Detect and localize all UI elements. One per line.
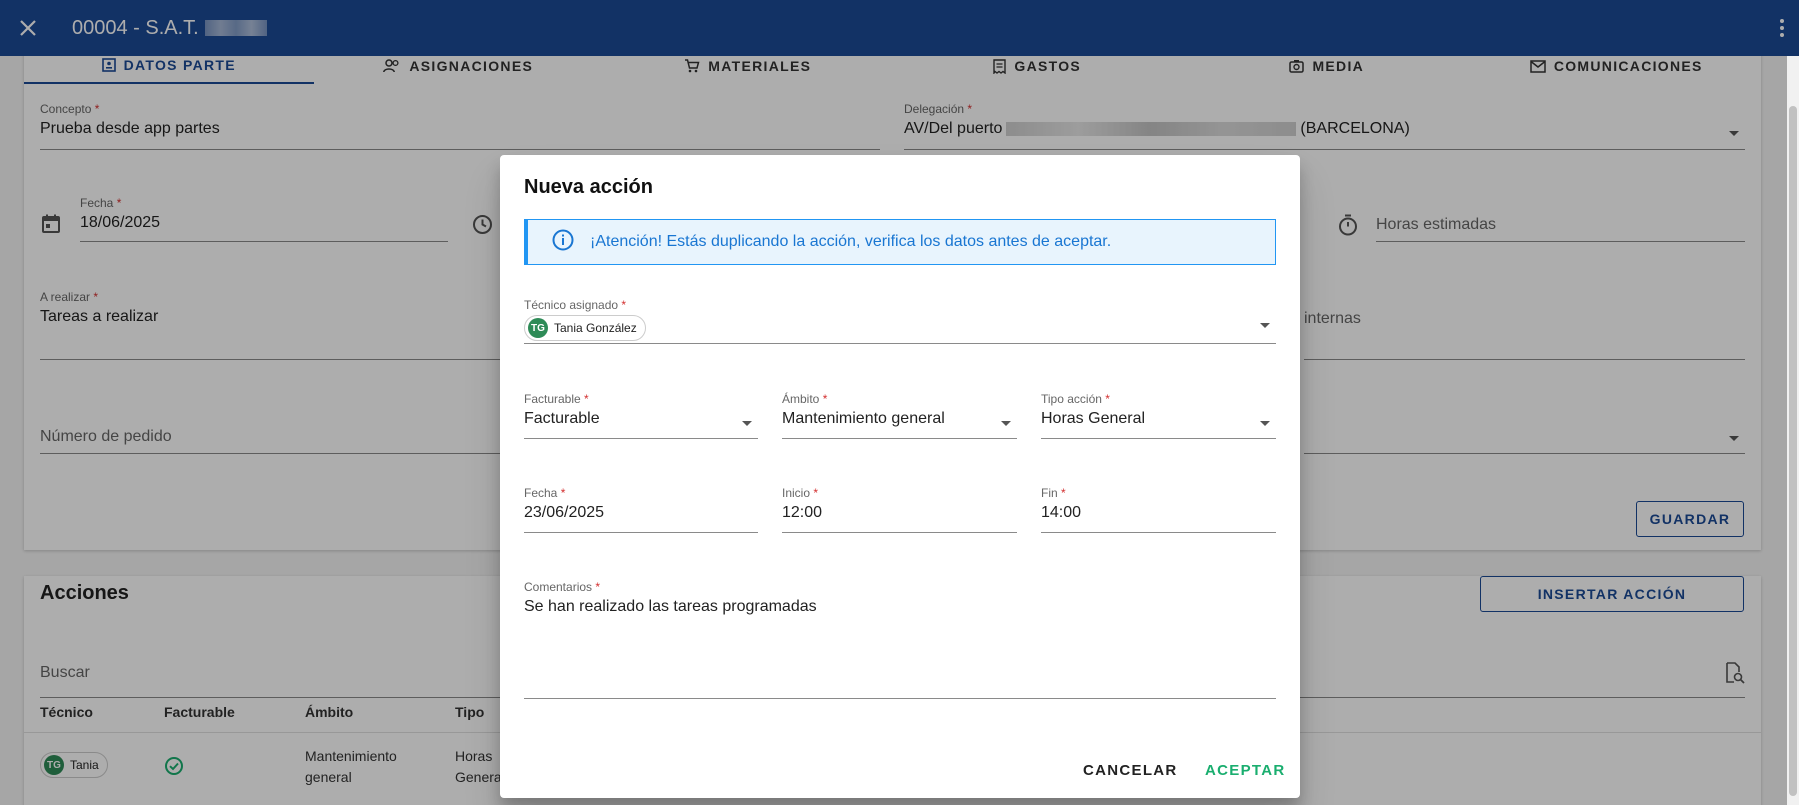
inicio-value: 12:00 [782,504,823,521]
fin-value: 14:00 [1041,504,1082,521]
duplicate-warning-alert: ¡Atención! Estás duplicando la acción, v… [524,219,1276,265]
inicio-label: Inicio [782,486,811,500]
nueva-accion-dialog: Nueva acción ¡Atención! Estás duplicando… [500,155,1300,798]
info-icon [552,229,574,256]
avatar: TG [528,318,548,338]
required-mark: * [560,486,566,500]
required-mark: * [813,486,819,500]
fin-label: Fin [1041,486,1058,500]
comentarios-value: Se han realizado las tareas programadas [524,598,817,615]
tecnico-chip[interactable]: TG Tania González [524,315,646,341]
cancel-button[interactable]: CANCELAR [1083,762,1178,779]
ambito-value: Mantenimiento general [782,410,945,427]
dialog-title: Nueva acción [524,176,653,198]
tipo-accion-select[interactable]: Tipo acción * Horas General [1041,392,1276,439]
inicio-field[interactable]: Inicio * 12:00 [782,486,1017,533]
tipo-accion-value: Horas General [1041,410,1146,427]
scrollbar[interactable] [1787,56,1799,805]
required-mark: * [1061,486,1066,500]
comentarios-label: Comentarios [524,580,593,594]
dialog-fecha-value: 23/06/2025 [524,504,605,521]
ambito-select[interactable]: Ámbito * Mantenimiento general [782,392,1017,439]
tecnico-label: Técnico asignado [524,298,619,312]
facturable-value: Facturable [524,410,600,427]
required-mark: * [584,392,589,406]
chevron-down-icon [1260,421,1270,426]
accept-button[interactable]: ACEPTAR [1205,762,1286,779]
tipo-accion-label: Tipo acción [1041,392,1102,406]
chevron-down-icon [742,421,752,426]
chevron-down-icon [1260,323,1270,328]
dialog-fecha-field[interactable]: Fecha * 23/06/2025 [524,486,758,533]
facturable-select[interactable]: Facturable * Facturable [524,392,758,439]
required-mark: * [621,298,627,312]
ambito-label: Ámbito [782,392,820,406]
dialog-fecha-label: Fecha [524,486,558,500]
fin-field[interactable]: Fin * 14:00 [1041,486,1276,533]
tecnico-asignado-select[interactable]: Técnico asignado * TG Tania González [524,298,1276,344]
comentarios-textarea[interactable]: Comentarios * Se han realizado las tarea… [524,580,1276,699]
facturable-label: Facturable [524,392,581,406]
required-mark: * [595,580,601,594]
chevron-down-icon [1001,421,1011,426]
required-mark: * [1105,392,1110,406]
alert-text: ¡Atención! Estás duplicando la acción, v… [590,233,1112,250]
scrollbar-thumb[interactable] [1789,106,1797,796]
tecnico-chip-name: Tania González [554,321,637,335]
required-mark: * [822,392,828,406]
